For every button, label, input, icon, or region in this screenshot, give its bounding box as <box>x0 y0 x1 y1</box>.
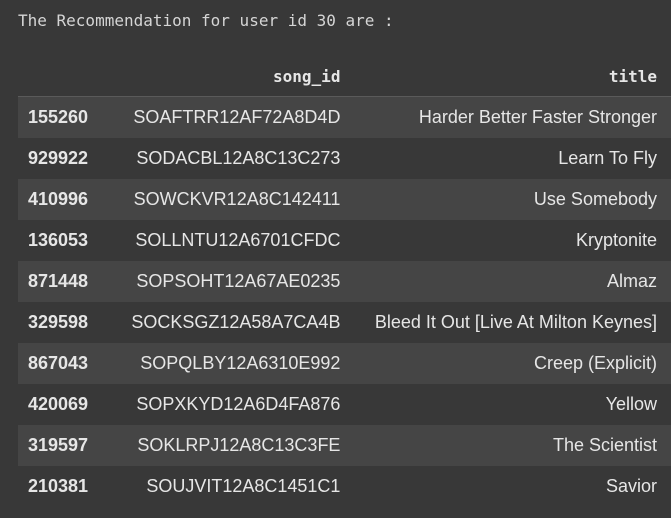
title-cell: Almaz <box>606 270 657 291</box>
title-cell: Use Somebody <box>533 188 657 209</box>
song-id-header: song_id <box>116 56 355 97</box>
stdout-text: The Recommendation for user id 30 are : <box>18 11 394 30</box>
title-cell: The Scientist <box>552 434 657 455</box>
title-cell: Creep (Explicit) <box>533 352 657 373</box>
song-id-cell: SOUJVIT12A8C1451C1 <box>146 475 341 496</box>
table-row: 929922 SODACBL12A8C13C273 Learn To Fly <box>18 137 671 179</box>
song-id-cell: SOLLNTU12A6701CFDC <box>135 229 341 250</box>
row-index: 871448 <box>28 270 89 291</box>
table-row: 136053 SOLLNTU12A6701CFDC Kryptonite <box>18 219 671 261</box>
row-index: 319597 <box>28 434 89 455</box>
row-index: 420069 <box>28 393 89 414</box>
table-row: 319597 SOKLRPJ12A8C13C3FE The Scientist <box>18 424 671 466</box>
index-header <box>18 56 116 97</box>
notebook-cell-output: The Recommendation for user id 30 are : … <box>0 0 671 518</box>
row-index: 136053 <box>28 229 89 250</box>
title-header: title <box>354 56 671 97</box>
title-cell: Kryptonite <box>575 229 657 250</box>
table-header: song_id title <box>18 56 671 97</box>
table-body: 155260 SOAFTRR12AF72A8D4D Harder Better … <box>18 96 671 507</box>
table-row: 420069 SOPXKYD12A6D4FA876 Yellow <box>18 383 671 425</box>
title-cell: Learn To Fly <box>558 147 657 168</box>
song-id-cell: SOAFTRR12AF72A8D4D <box>133 106 341 127</box>
song-id-cell: SOPSOHT12A67AE0235 <box>136 270 341 291</box>
dataframe-table: song_id title 155260 SOAFTRR12AF72A8D4D … <box>18 56 671 507</box>
header-row: song_id title <box>18 56 671 97</box>
song-id-cell: SOPXKYD12A6D4FA876 <box>136 393 341 414</box>
title-cell: Savior <box>605 475 657 496</box>
table-row: 329598 SOCKSGZ12A58A7CA4B Bleed It Out [… <box>18 301 671 343</box>
song-id-cell: SOWCKVR12A8C142411 <box>133 188 341 209</box>
table-row: 210381 SOUJVIT12A8C1451C1 Savior <box>18 465 671 507</box>
row-index: 867043 <box>28 352 89 373</box>
row-index: 410996 <box>28 188 89 209</box>
row-index: 329598 <box>28 311 89 332</box>
table-row: 410996 SOWCKVR12A8C142411 Use Somebody <box>18 178 671 220</box>
row-index: 210381 <box>28 475 89 496</box>
title-cell: Harder Better Faster Stronger <box>418 106 657 127</box>
table-row: 867043 SOPQLBY12A6310E992 Creep (Explici… <box>18 342 671 384</box>
row-index: 929922 <box>28 147 89 168</box>
song-id-cell: SODACBL12A8C13C273 <box>136 147 341 168</box>
table-row: 871448 SOPSOHT12A67AE0235 Almaz <box>18 260 671 302</box>
table-row: 155260 SOAFTRR12AF72A8D4D Harder Better … <box>18 96 671 138</box>
song-id-cell: SOKLRPJ12A8C13C3FE <box>137 434 341 455</box>
title-cell: Bleed It Out [Live At Milton Keynes] <box>374 311 657 332</box>
song-id-cell: SOPQLBY12A6310E992 <box>140 352 341 373</box>
row-index: 155260 <box>28 106 89 127</box>
song-id-cell: SOCKSGZ12A58A7CA4B <box>131 311 341 332</box>
title-cell: Yellow <box>605 393 657 414</box>
